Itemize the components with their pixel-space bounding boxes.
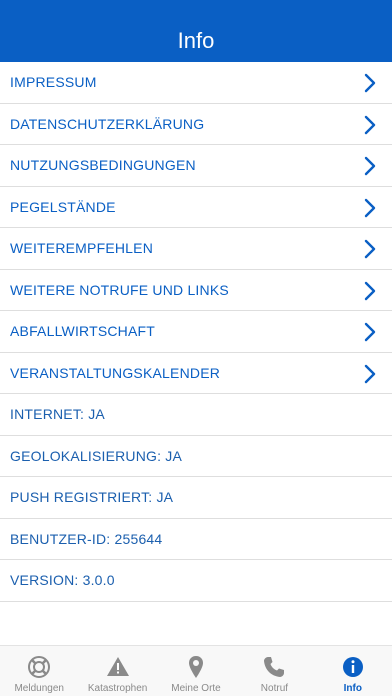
phone-icon (264, 657, 285, 677)
menu-item-nutzungsbedingungen[interactable]: NUTZUNGSBEDINGUNGEN (0, 145, 392, 187)
status-label: GEOLOKALISIERUNG: JA (10, 447, 183, 464)
menu-item-label: ABFALLWIRTSCHAFT (10, 323, 156, 340)
chevron-right-icon (364, 281, 376, 300)
menu-item-impressum[interactable]: IMPRESSUM (0, 62, 392, 104)
tab-label: Info (343, 683, 362, 694)
menu-item-abfallwirtschaft[interactable]: ABFALLWIRTSCHAFT (0, 311, 392, 353)
chevron-right-icon (364, 239, 376, 259)
chevron-right-icon (364, 156, 376, 176)
warning-icon (106, 657, 129, 676)
status-label: VERSION: 3.0.0 (10, 572, 115, 589)
menu-item-label: IMPRESSUM (10, 74, 97, 91)
status-internet: INTERNET: JA (0, 394, 392, 436)
menu-item-label: WEITEREMPFEHLEN (10, 240, 154, 257)
status-label: INTERNET: JA (10, 406, 105, 423)
chevron-right-icon (364, 322, 376, 342)
tab-meine-orte[interactable]: Meine Orte (157, 646, 235, 696)
menu-item-label: NUTZUNGSBEDINGUNGEN (10, 157, 196, 174)
menu-item-datenschutz[interactable]: DATENSCHUTZERKLÄRUNG (0, 104, 392, 145)
menu-item-label: PEGELSTÄNDE (10, 198, 116, 215)
page-title: Info (177, 28, 215, 53)
info-list: IMPRESSUM DATENSCHUTZERKLÄRUNG NUTZUNGSB… (0, 62, 392, 602)
app-header: Info (0, 0, 392, 62)
chevron-right-icon (364, 115, 376, 134)
tab-katastrophen[interactable]: Katastrophen (78, 646, 156, 696)
tab-label: Katastrophen (87, 683, 148, 694)
info-icon (342, 657, 363, 677)
tab-notruf[interactable]: Notruf (235, 646, 313, 696)
status-push: PUSH REGISTRIERT: JA (0, 477, 392, 519)
chevron-right-icon (364, 198, 376, 217)
status-label: BENUTZER-ID: 255644 (10, 530, 163, 547)
menu-item-veranstaltungskalender[interactable]: VERANSTALTUNGSKALENDER (0, 353, 392, 394)
chevron-right-icon (364, 364, 376, 383)
tab-meldungen[interactable]: Meldungen (0, 646, 78, 696)
tab-info[interactable]: Info (314, 646, 392, 696)
tab-label: Meldungen (14, 683, 64, 694)
menu-item-label: WEITERE NOTRUFE UND LINKS (10, 281, 229, 298)
status-label: PUSH REGISTRIERT: JA (10, 489, 174, 506)
status-geolocation: GEOLOKALISIERUNG: JA (0, 436, 392, 477)
tab-label: Notruf (260, 683, 289, 694)
menu-item-weiterempfehlen[interactable]: WEITEREMPFEHLEN (0, 228, 392, 270)
menu-item-pegelstaende[interactable]: PEGELSTÄNDE (0, 187, 392, 228)
chevron-right-icon (364, 73, 376, 93)
menu-item-notrufe-links[interactable]: WEITERE NOTRUFE UND LINKS (0, 270, 392, 311)
status-version: VERSION: 3.0.0 (0, 560, 392, 602)
menu-item-label: DATENSCHUTZERKLÄRUNG (10, 115, 205, 132)
tab-label: Meine Orte (171, 683, 221, 694)
status-user-id: BENUTZER-ID: 255644 (0, 519, 392, 560)
tab-bar: Meldungen Katastrophen Meine Orte Notruf… (0, 645, 392, 696)
lifebuoy-icon (28, 656, 51, 678)
menu-item-label: VERANSTALTUNGSKALENDER (10, 364, 221, 381)
location-pin-icon (189, 656, 204, 678)
